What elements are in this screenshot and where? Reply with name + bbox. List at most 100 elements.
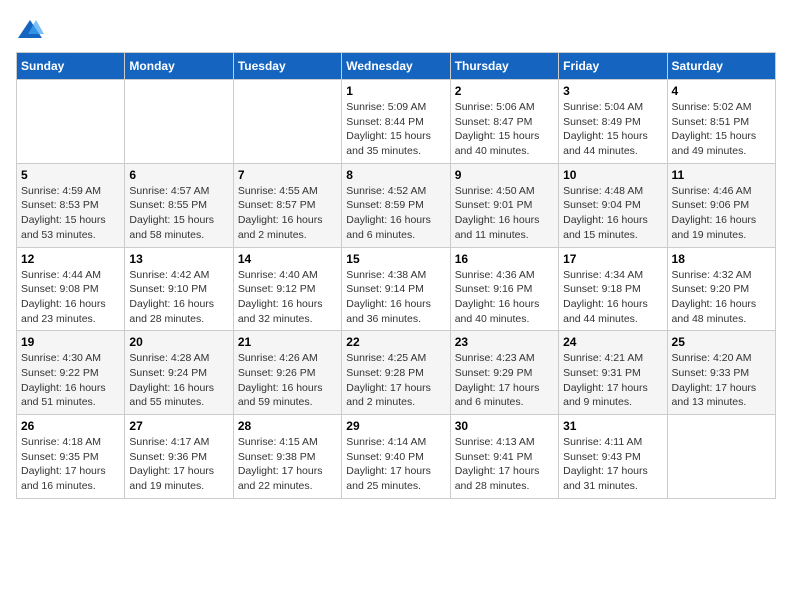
day-info: Sunset: 9:22 PM [21,366,120,381]
day-info: and 6 minutes. [346,228,445,243]
day-info: Sunrise: 4:25 AM [346,351,445,366]
day-info: Sunrise: 4:17 AM [129,435,228,450]
day-number: 19 [21,335,120,349]
day-info: Daylight: 17 hours [346,381,445,396]
day-info: Daylight: 16 hours [563,297,662,312]
weekday-header: Monday [125,53,233,80]
day-info: Daylight: 16 hours [346,213,445,228]
day-info: Sunset: 9:29 PM [455,366,554,381]
calendar-cell: 9 Sunrise: 4:50 AMSunset: 9:01 PMDaylight… [450,163,558,247]
day-info: Daylight: 15 hours [21,213,120,228]
day-info: and 16 minutes. [21,479,120,494]
day-info: Sunset: 9:01 PM [455,198,554,213]
day-info: Sunrise: 4:34 AM [563,268,662,283]
day-info: Daylight: 17 hours [672,381,771,396]
day-info: and 35 minutes. [346,144,445,159]
day-info: Daylight: 15 hours [455,129,554,144]
day-info: Sunset: 9:18 PM [563,282,662,297]
day-info: and 32 minutes. [238,312,337,327]
day-info: Sunset: 9:08 PM [21,282,120,297]
day-number: 3 [563,84,662,98]
day-info: Sunset: 9:36 PM [129,450,228,465]
day-info: Sunrise: 4:52 AM [346,184,445,199]
day-number: 8 [346,168,445,182]
calendar-cell: 27 Sunrise: 4:17 AMSunset: 9:36 PMDayligh… [125,415,233,499]
day-number: 25 [672,335,771,349]
calendar-cell: 13Sunrise: 4:42 AMSunset: 9:10 PMDayligh… [125,247,233,331]
day-info: Sunset: 9:12 PM [238,282,337,297]
day-number: 11 [672,168,771,182]
calendar-cell: 2Sunrise: 5:06 AMSunset: 8:47 PMDaylight… [450,80,558,164]
day-info: Sunrise: 4:44 AM [21,268,120,283]
day-info: Daylight: 17 hours [563,464,662,479]
day-info: Daylight: 16 hours [238,213,337,228]
day-info: Sunrise: 4:28 AM [129,351,228,366]
day-info: Daylight: 17 hours [346,464,445,479]
day-info: Daylight: 16 hours [455,213,554,228]
page-header [16,16,776,44]
day-info: and 6 minutes. [455,395,554,410]
day-info: Sunrise: 4:59 AM [21,184,120,199]
day-info: Daylight: 16 hours [346,297,445,312]
day-info: Daylight: 17 hours [129,464,228,479]
calendar-cell: 29Sunrise: 4:14 AMSunset: 9:40 PMDayligh… [342,415,450,499]
day-number: 1 [346,84,445,98]
day-info: Sunrise: 4:50 AM [455,184,554,199]
day-info: Sunrise: 4:36 AM [455,268,554,283]
day-info: Sunset: 8:44 PM [346,115,445,130]
calendar-cell: 8Sunrise: 4:52 AMSunset: 8:59 PMDaylight… [342,163,450,247]
day-info: Daylight: 16 hours [455,297,554,312]
day-info: Sunrise: 4:26 AM [238,351,337,366]
calendar-cell [125,80,233,164]
day-number: 9 [455,168,554,182]
calendar-cell: 15Sunrise: 4:38 AMSunset: 9:14 PMDayligh… [342,247,450,331]
calendar-cell: 11Sunrise: 4:46 AMSunset: 9:06 PMDayligh… [667,163,775,247]
calendar-cell: 3Sunrise: 5:04 AMSunset: 8:49 PMDaylight… [559,80,667,164]
day-info: Sunrise: 4:21 AM [563,351,662,366]
day-number: 20 [129,335,228,349]
calendar-cell: 14Sunrise: 4:40 AMSunset: 9:12 PMDayligh… [233,247,341,331]
day-info: and 53 minutes. [21,228,120,243]
weekday-header: Friday [559,53,667,80]
calendar-cell: 30 Sunrise: 4:13 AMSunset: 9:41 PMDayligh… [450,415,558,499]
day-info: and 25 minutes. [346,479,445,494]
day-info: and 36 minutes. [346,312,445,327]
day-info: and 49 minutes. [672,144,771,159]
day-info: Sunset: 9:31 PM [563,366,662,381]
day-info: Sunrise: 5:09 AM [346,100,445,115]
weekday-header: Wednesday [342,53,450,80]
day-number: 6 [129,168,228,182]
calendar-cell: 21Sunrise: 4:26 AMSunset: 9:26 PMDayligh… [233,331,341,415]
day-info: and 9 minutes. [563,395,662,410]
day-info: and 11 minutes. [455,228,554,243]
day-info: Sunrise: 4:13 AM [455,435,554,450]
day-info: Daylight: 16 hours [238,381,337,396]
calendar-cell: 12Sunrise: 4:44 AMSunset: 9:08 PMDayligh… [17,247,125,331]
day-number: 15 [346,252,445,266]
day-info: Sunset: 8:57 PM [238,198,337,213]
day-info: Sunset: 9:41 PM [455,450,554,465]
day-number: 21 [238,335,337,349]
day-number: 28 [238,419,337,433]
day-info: Sunrise: 4:57 AM [129,184,228,199]
day-info: Daylight: 15 hours [563,129,662,144]
day-info: Sunset: 9:40 PM [346,450,445,465]
day-number: 5 [21,168,120,182]
day-number: 30 [455,419,554,433]
calendar-cell: 24Sunrise: 4:21 AMSunset: 9:31 PMDayligh… [559,331,667,415]
calendar-cell: 28Sunrise: 4:15 AMSunset: 9:38 PMDayligh… [233,415,341,499]
calendar-cell: 10Sunrise: 4:48 AMSunset: 9:04 PMDayligh… [559,163,667,247]
calendar-cell: 17 Sunrise: 4:34 AMSunset: 9:18 PMDayligh… [559,247,667,331]
day-info: Sunrise: 4:30 AM [21,351,120,366]
weekday-header: Saturday [667,53,775,80]
day-number: 17 [563,252,662,266]
day-number: 27 [129,419,228,433]
day-info: Sunrise: 4:32 AM [672,268,771,283]
day-info: Daylight: 17 hours [455,464,554,479]
day-info: Daylight: 17 hours [238,464,337,479]
logo [16,16,48,44]
day-info: Sunset: 8:55 PM [129,198,228,213]
day-info: Daylight: 16 hours [129,297,228,312]
day-info: Sunset: 9:14 PM [346,282,445,297]
day-info: Sunset: 9:16 PM [455,282,554,297]
